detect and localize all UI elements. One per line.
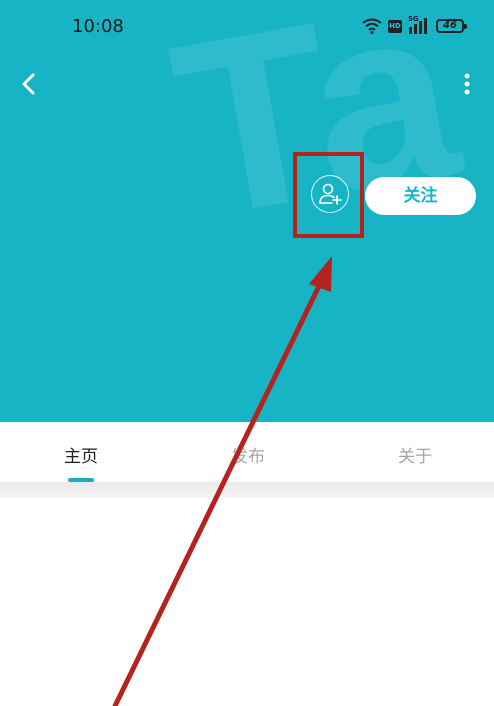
more-button[interactable]: [460, 70, 474, 98]
battery-icon: 46: [436, 19, 467, 33]
profile-screen: Ta 10:08 HD 5G 46 关注 主页 发布 关于: [0, 0, 494, 706]
status-icons: HD 5G 46: [362, 15, 467, 35]
content-area: [0, 498, 494, 706]
tab-home[interactable]: 主页: [50, 442, 112, 467]
section-divider: [0, 482, 494, 498]
signal-bars-icon: [409, 18, 427, 34]
wifi-icon: [362, 18, 382, 34]
follow-button[interactable]: 关注: [365, 177, 476, 215]
annotation-highlight-box: [293, 152, 364, 238]
profile-tabs: 主页 发布 关于: [0, 422, 494, 482]
tab-about[interactable]: 关于: [384, 442, 446, 467]
back-button[interactable]: [14, 68, 46, 100]
signal-icon: 5G: [408, 15, 430, 35]
hd-badge: HD: [388, 19, 402, 33]
tab-publish[interactable]: 发布: [217, 442, 279, 467]
status-bar: 10:08 HD 5G 46: [0, 0, 494, 56]
status-time: 10:08: [72, 16, 124, 37]
more-vertical-icon: [464, 73, 470, 95]
profile-header: Ta 10:08 HD 5G 46 关注: [0, 0, 494, 422]
chevron-left-icon: [22, 73, 35, 95]
